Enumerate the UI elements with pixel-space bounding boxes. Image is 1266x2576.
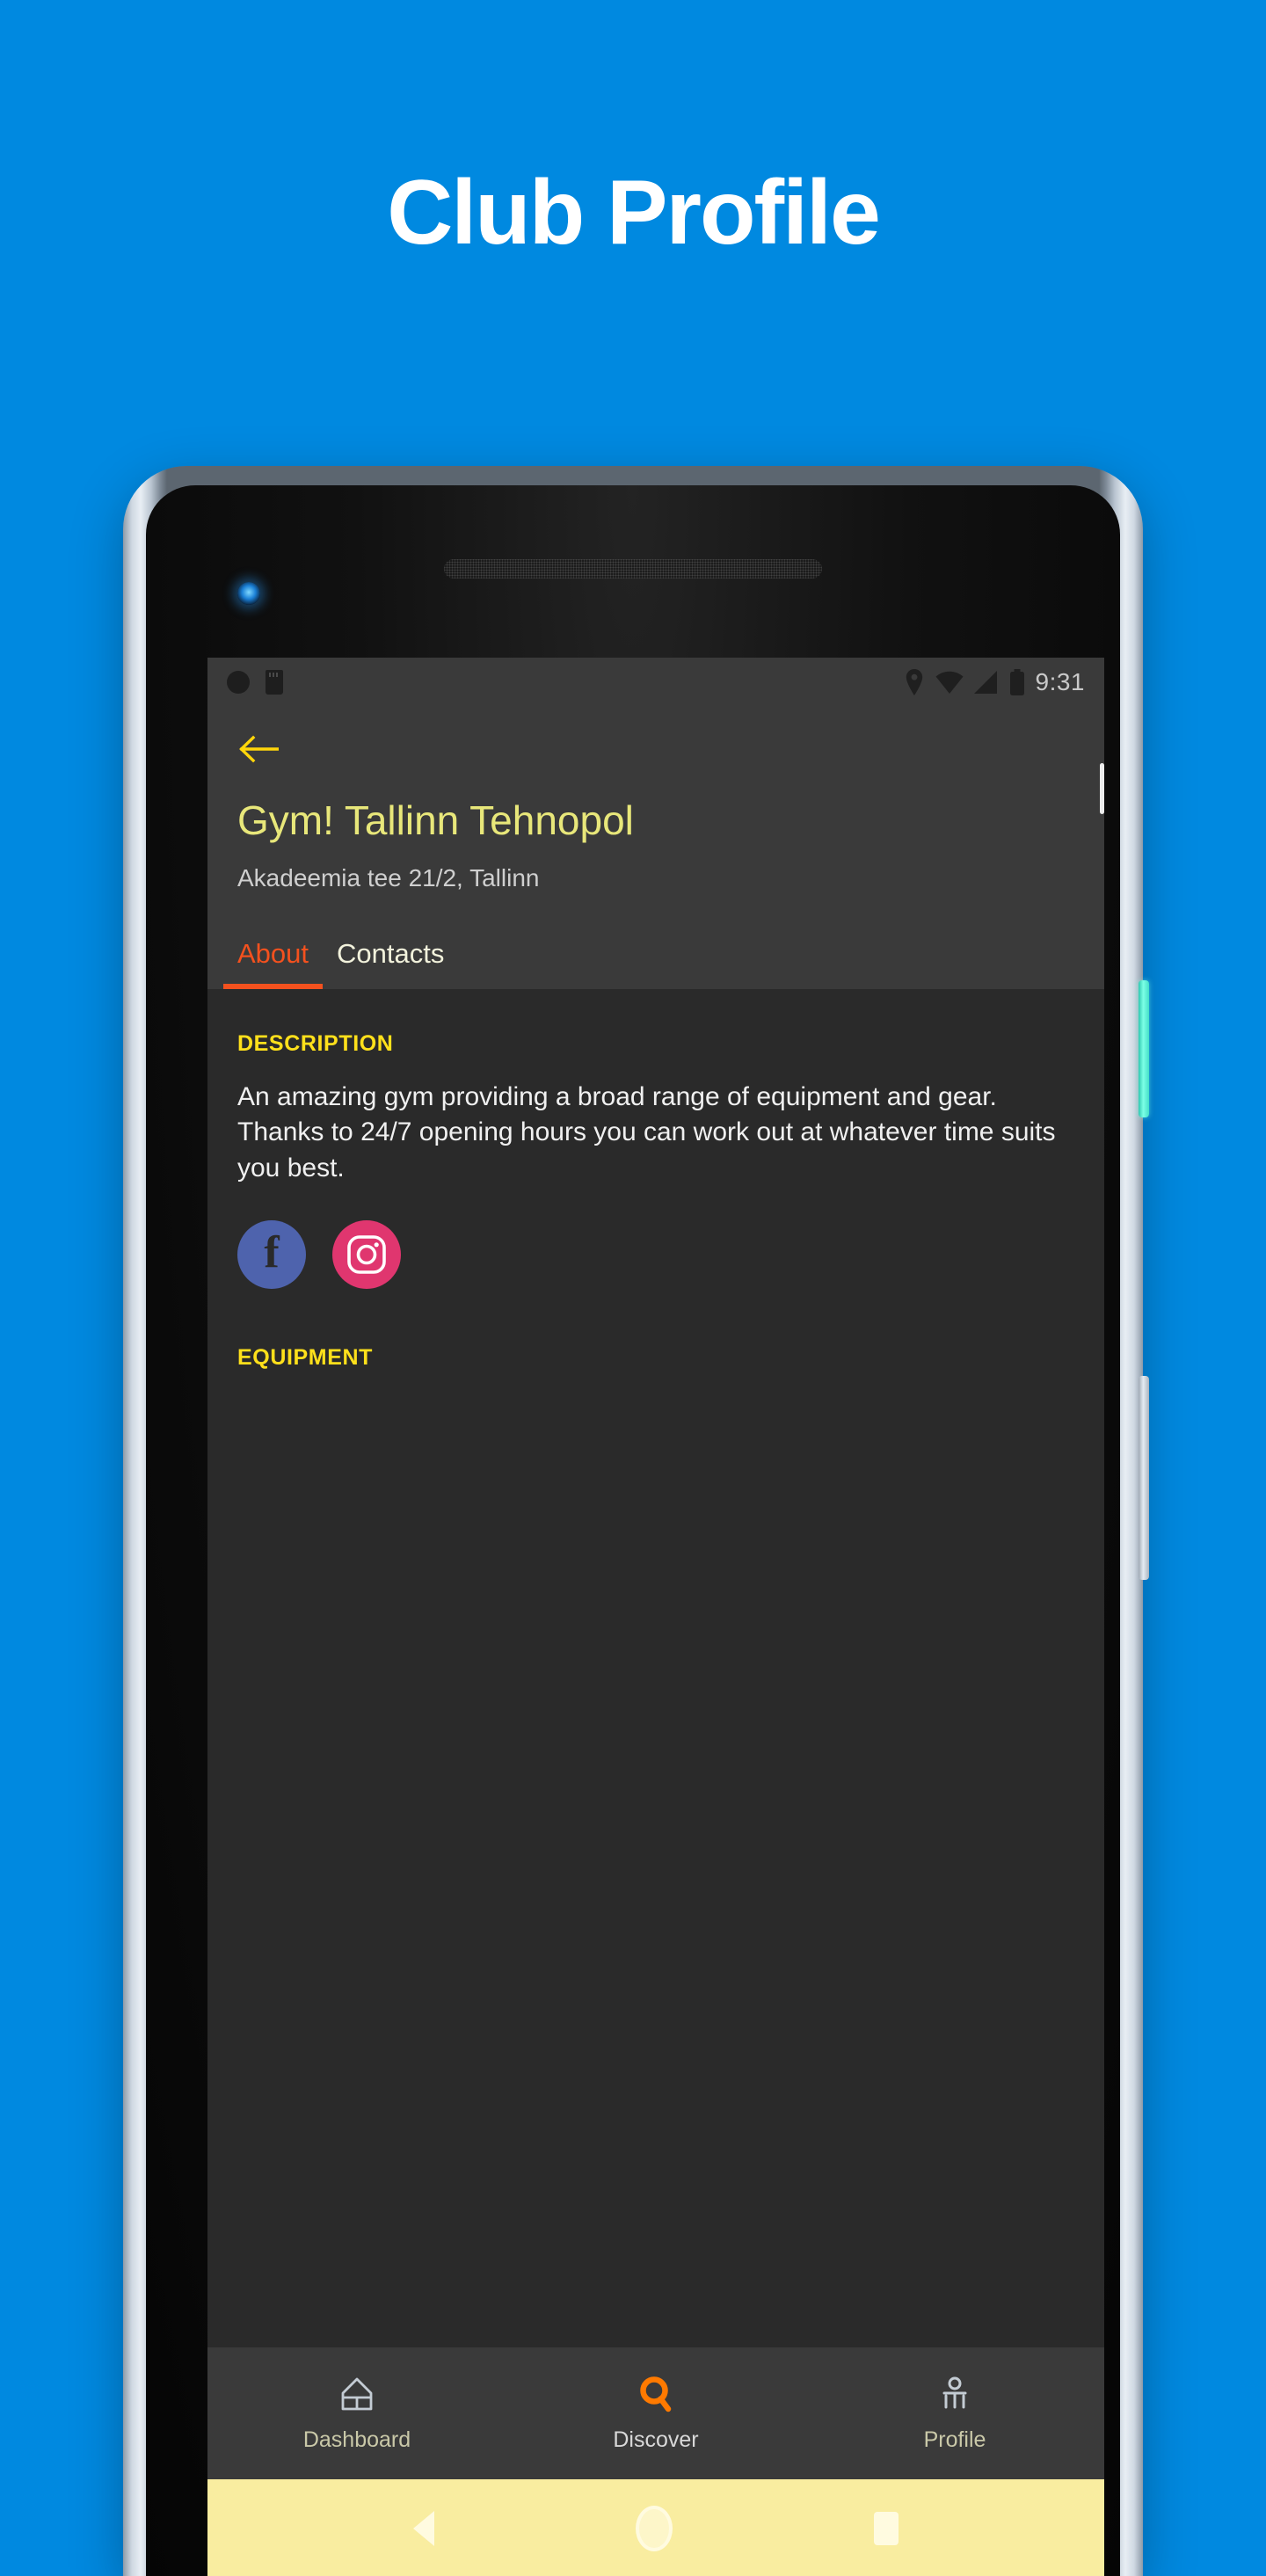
equipment-section-label: EQUIPMENT (237, 1344, 374, 1370)
scrollbar-thumb[interactable] (1100, 763, 1104, 814)
tab-bar: About Contacts (207, 921, 1104, 989)
description-section-label: DESCRIPTION (237, 1030, 394, 1056)
square-recents-icon (873, 2512, 899, 2545)
system-home-button[interactable] (635, 2506, 673, 2551)
nav-item-discover[interactable]: Discover (506, 2347, 805, 2479)
status-bar: 9:31 (207, 658, 1104, 707)
cellular-signal-icon (973, 671, 997, 694)
header-back-row (207, 707, 1104, 791)
phone-bezel: 9:31 Gym! Tallinn Tehnopol Akadeemia tee… (146, 485, 1120, 2576)
tab-about-label: About (237, 937, 309, 969)
phone-device-frame: 9:31 Gym! Tallinn Tehnopol Akadeemia tee… (123, 466, 1149, 2576)
circle-home-icon (635, 2506, 673, 2551)
front-camera-icon (237, 582, 260, 605)
wifi-icon (935, 671, 963, 694)
tab-about[interactable]: About (223, 937, 324, 989)
nav-label-dashboard: Dashboard (302, 2427, 411, 2452)
battery-icon (1009, 669, 1024, 695)
system-recents-button[interactable] (873, 2512, 899, 2545)
tab-contacts[interactable]: Contacts (323, 938, 458, 989)
tab-contacts-label: Contacts (337, 937, 445, 969)
nav-label-discover: Discover (613, 2427, 699, 2452)
instagram-link-button[interactable] (332, 1219, 401, 1289)
about-content-panel: DESCRIPTION An amazing gym providing a b… (207, 988, 1104, 2347)
home-icon (341, 2377, 373, 2410)
location-pin-icon (906, 669, 922, 695)
description-text: An amazing gym providing a broad range o… (237, 1081, 1056, 1183)
facebook-icon: f (264, 1226, 280, 1277)
social-links-row: f (237, 1219, 1074, 1289)
back-arrow-icon (239, 735, 279, 763)
status-bar-clock: 9:31 (1035, 668, 1085, 695)
back-button[interactable] (232, 723, 285, 775)
system-back-button[interactable] (413, 2511, 435, 2546)
status-bar-left-icons (227, 670, 283, 695)
instagram-icon (347, 1235, 386, 1274)
volume-rocker-button[interactable] (1139, 1376, 1149, 1580)
triangle-back-icon (413, 2511, 435, 2546)
club-name: Gym! Tallinn Tehnopol (237, 797, 634, 843)
bottom-navigation-bar: Dashboard Discover Profile (207, 2347, 1104, 2479)
nav-item-profile[interactable]: Profile (805, 2347, 1104, 2479)
page-title: Club Profile (387, 162, 881, 264)
nav-label-profile: Profile (923, 2427, 986, 2452)
facebook-link-button[interactable]: f (237, 1219, 306, 1289)
search-icon (640, 2376, 672, 2412)
nav-item-dashboard[interactable]: Dashboard (207, 2347, 506, 2479)
person-icon (942, 2376, 967, 2408)
status-bar-right-icons: 9:31 (904, 668, 1086, 696)
phone-screen: 9:31 Gym! Tallinn Tehnopol Akadeemia tee… (207, 658, 1104, 2576)
earpiece-speaker-icon (444, 559, 822, 579)
club-address: Akadeemia tee 21/2, Tallinn (237, 863, 540, 891)
android-system-navigation-bar (207, 2479, 1104, 2576)
notification-dot-icon (227, 671, 250, 694)
sim-card-icon (266, 670, 283, 695)
power-button[interactable] (1139, 980, 1149, 1117)
app-header: Gym! Tallinn Tehnopol Akadeemia tee 21/2… (207, 707, 1104, 989)
